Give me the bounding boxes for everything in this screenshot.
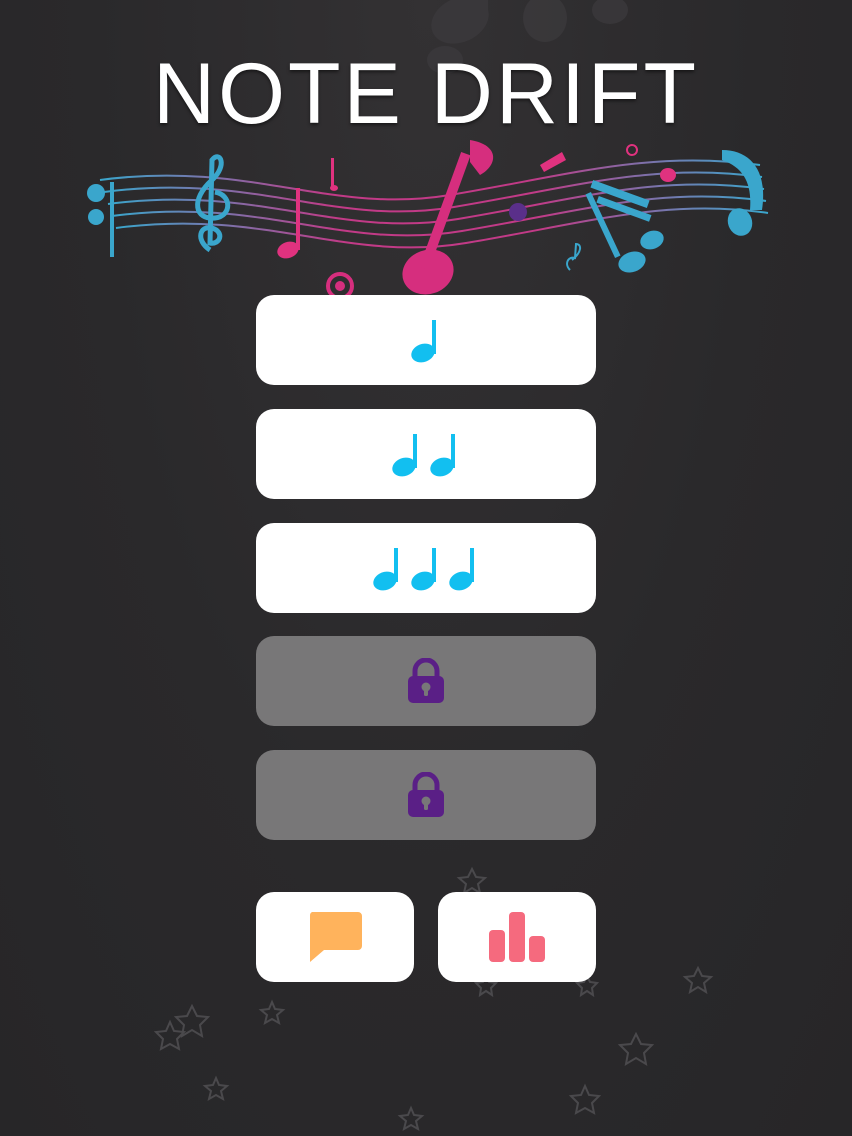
lock-icon [408, 658, 444, 703]
level-3-notes [370, 544, 482, 592]
feedback-button[interactable] [256, 892, 414, 982]
quarter-note-icon [430, 434, 455, 477]
speech-bubble-icon [309, 912, 362, 962]
level-1-notes [408, 316, 444, 364]
level-2-notes [389, 430, 463, 478]
game-title: NOTE DRIFT [153, 46, 699, 142]
leaderboard-button[interactable] [438, 892, 596, 982]
quarter-note-icon [411, 320, 436, 363]
bar-chart-icon [489, 912, 545, 962]
level-5-locked-button[interactable] [256, 750, 596, 840]
quarter-note-icon [373, 548, 398, 591]
level-1-button[interactable] [256, 295, 596, 385]
quarter-note-icon [392, 434, 417, 477]
quarter-note-icon [449, 548, 474, 591]
level-2-button[interactable] [256, 409, 596, 499]
blue-note-icon [722, 150, 764, 236]
quarter-note-icon [411, 548, 436, 591]
lock-icon [408, 772, 444, 817]
treble-clef-icon [195, 154, 231, 253]
bass-clef-icon [87, 182, 114, 257]
level-3-button[interactable] [256, 523, 596, 613]
small-clef-icon [566, 242, 582, 271]
main-menu-screen: NOTE DRIFT [0, 0, 852, 1136]
star-decorations [153, 866, 714, 1132]
level-4-locked-button[interactable] [256, 636, 596, 726]
music-staff-banner [87, 140, 769, 300]
